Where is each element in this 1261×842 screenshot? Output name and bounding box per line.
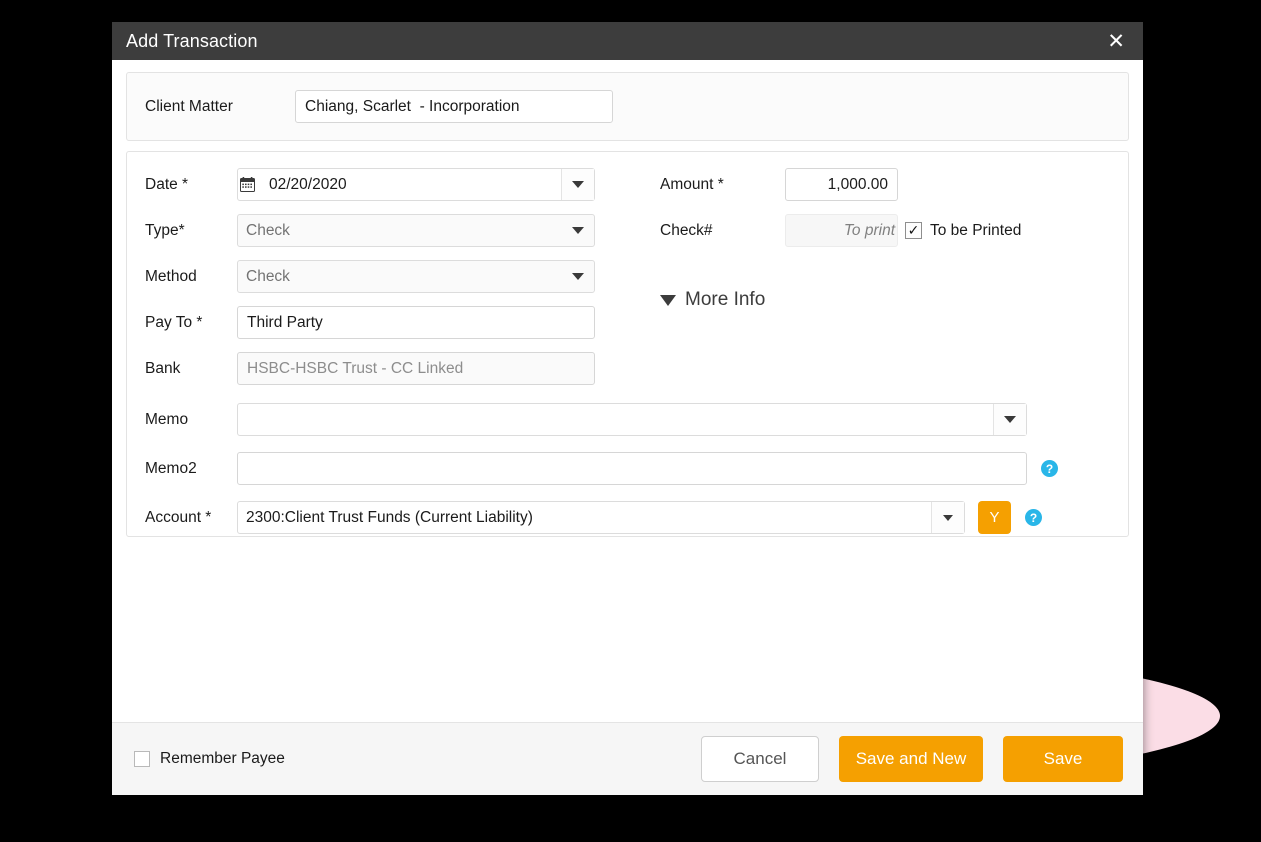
account-row: Account * 2300:Client Trust Funds (Curre… (145, 501, 1110, 534)
dialog-titlebar: Add Transaction ✕ (112, 22, 1143, 60)
bank-input[interactable] (237, 352, 595, 385)
pay-to-label: Pay To * (145, 313, 203, 331)
method-value: Check (246, 267, 290, 285)
account-chevron-down-icon[interactable] (931, 502, 964, 533)
amount-input[interactable] (785, 168, 898, 201)
add-transaction-dialog: Add Transaction ✕ Client Matter Date * (112, 22, 1143, 795)
date-label: Date * (145, 175, 189, 193)
calendar-icon (240, 177, 255, 192)
method-chevron-down-icon[interactable] (561, 261, 594, 292)
check-number-row: Check# To print ✓ To be Printed (660, 214, 1021, 247)
memo-row: Memo (145, 403, 1110, 436)
transaction-form-panel: Date * 02/20/2020 Type* Check Method Che… (126, 151, 1129, 537)
pay-to-input[interactable] (237, 306, 595, 339)
save-and-new-button[interactable]: Save and New (839, 736, 983, 782)
amount-row: Amount * (660, 168, 1021, 201)
bank-label: Bank (145, 359, 181, 377)
memo-chevron-down-icon[interactable] (993, 404, 1026, 435)
date-field[interactable]: 02/20/2020 (237, 168, 595, 201)
amount-label: Amount * (660, 175, 724, 193)
memo2-label: Memo2 (145, 459, 197, 477)
account-y-button[interactable]: Y (978, 501, 1011, 534)
memo2-input[interactable] (237, 452, 1027, 485)
date-value: 02/20/2020 (269, 175, 347, 193)
method-select[interactable]: Check (237, 260, 595, 293)
client-matter-panel: Client Matter (126, 72, 1129, 141)
remember-payee-checkbox[interactable] (134, 751, 150, 767)
footer-buttons: Cancel Save and New Save (701, 736, 1123, 782)
remember-payee-group[interactable]: Remember Payee (134, 750, 285, 768)
triangle-down-icon (660, 294, 676, 306)
dialog-footer: Remember Payee Cancel Save and New Save (112, 722, 1143, 795)
client-matter-input[interactable] (295, 90, 613, 123)
checkmark-icon: ✓ (907, 222, 920, 239)
type-select[interactable]: Check (237, 214, 595, 247)
memo2-help-icon[interactable]: ? (1041, 460, 1058, 477)
account-value: 2300:Client Trust Funds (Current Liabili… (246, 508, 533, 526)
memo2-row: Memo2 ? (145, 452, 1110, 485)
type-value: Check (246, 221, 290, 239)
screen: Add Transaction ✕ Client Matter Date * (0, 0, 1261, 842)
cancel-button[interactable]: Cancel (701, 736, 819, 782)
close-icon[interactable]: ✕ (1103, 29, 1129, 54)
type-chevron-down-icon[interactable] (561, 215, 594, 246)
type-label: Type* (145, 221, 185, 239)
dialog-body: Client Matter Date * (112, 60, 1143, 722)
check-number-label: Check# (660, 221, 713, 239)
client-matter-label: Client Matter (145, 97, 233, 115)
to-be-printed-checkbox[interactable]: ✓ (905, 222, 922, 239)
account-label: Account * (145, 508, 212, 526)
more-info-toggle[interactable]: More Info (660, 289, 1021, 311)
remember-payee-label: Remember Payee (160, 750, 285, 767)
dialog-title: Add Transaction (126, 30, 258, 51)
save-button[interactable]: Save (1003, 736, 1123, 782)
method-label: Method (145, 267, 197, 285)
memo-label: Memo (145, 410, 189, 428)
more-info-label: More Info (685, 289, 766, 310)
right-column: Amount * Check# To print ✓ To be Printed (660, 168, 1021, 311)
date-chevron-down-icon[interactable] (561, 169, 594, 200)
memo-field[interactable] (237, 403, 1027, 436)
account-help-icon[interactable]: ? (1025, 509, 1042, 526)
check-number-input[interactable]: To print (785, 214, 898, 247)
bank-row: Bank (145, 352, 1110, 385)
account-select[interactable]: 2300:Client Trust Funds (Current Liabili… (237, 501, 965, 534)
to-be-printed-label: To be Printed (930, 221, 1022, 239)
